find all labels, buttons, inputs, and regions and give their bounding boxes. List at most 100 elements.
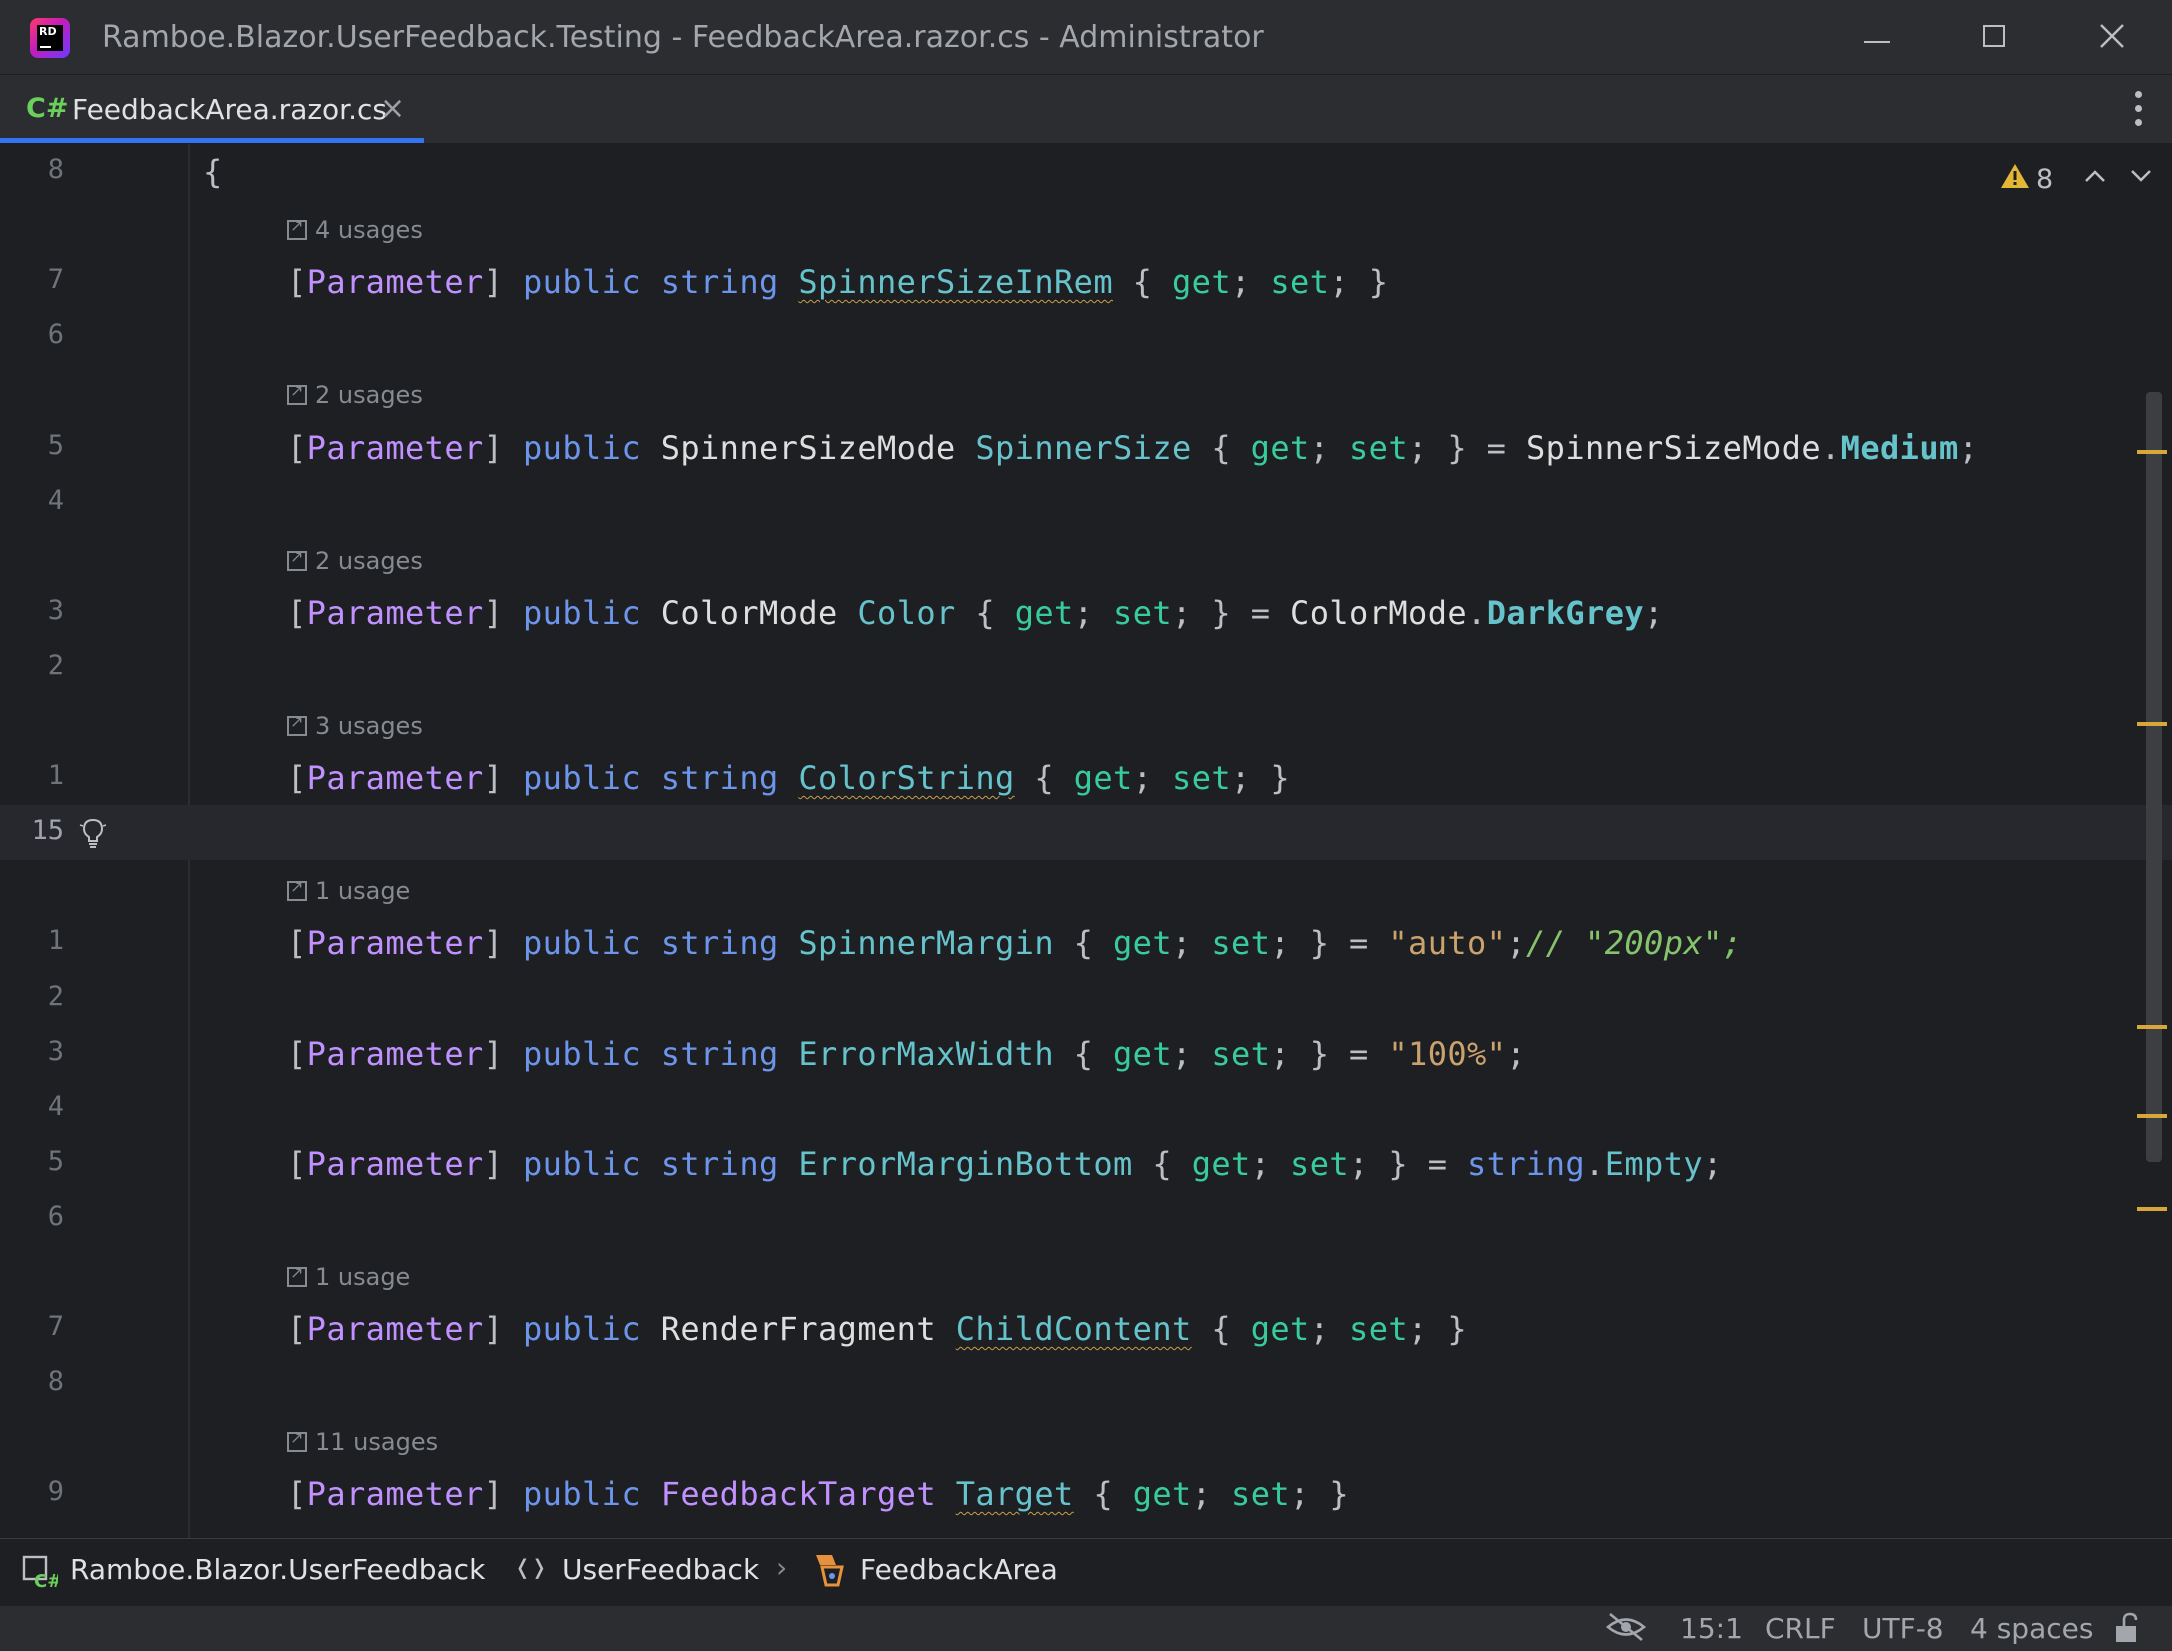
warning-marker[interactable] — [2137, 722, 2167, 726]
warning-marker[interactable] — [2137, 450, 2167, 454]
code-line[interactable]: 3 [Parameter] public ColorMode Color { ge… — [0, 585, 2172, 640]
breadcrumb-project[interactable]: Ramboe.Blazor.UserFeedback — [70, 1553, 485, 1586]
more-options-icon[interactable] — [2132, 91, 2144, 131]
line-number[interactable]: 6 — [14, 1201, 64, 1232]
line-number[interactable]: 8 — [14, 1366, 64, 1397]
code-token: [ — [287, 429, 307, 467]
usages-hint-row[interactable]: 11 usages — [0, 1411, 2172, 1466]
usages-hint[interactable]: 2 usages — [287, 381, 423, 409]
tab-label: FeedbackArea.razor.cs — [72, 93, 387, 126]
code-line[interactable]: 6 — [0, 1191, 2172, 1246]
usages-count: 2 usages — [315, 547, 423, 575]
code-text: [Parameter] public FeedbackTarget Target… — [287, 1475, 1349, 1513]
code-line[interactable]: 3 [Parameter] public string ErrorMaxWidth… — [0, 1026, 2172, 1081]
code-line[interactable]: 4 — [0, 475, 2172, 530]
line-number[interactable]: 2 — [14, 981, 64, 1012]
code-line[interactable]: 1 [Parameter] public string SpinnerMargin… — [0, 915, 2172, 970]
comment: // "200px"; — [1526, 924, 1743, 962]
usages-hint-row[interactable]: 2 usages — [0, 530, 2172, 585]
line-number[interactable]: 9 — [14, 1476, 64, 1507]
vertical-scrollbar[interactable] — [2146, 392, 2162, 1162]
goto-usages-icon — [287, 1263, 307, 1287]
close-window-button[interactable] — [2082, 14, 2142, 60]
breadcrumb-namespace[interactable]: UserFeedback — [562, 1553, 759, 1586]
code-line[interactable]: 9 [Parameter] public FeedbackTarget Targe… — [0, 1466, 2172, 1521]
usages-hint-row[interactable]: 1 usage — [0, 860, 2172, 915]
attribute-name: Parameter — [306, 1475, 484, 1513]
attribute-name: Parameter — [306, 759, 484, 797]
warning-marker[interactable] — [2137, 1025, 2167, 1029]
usages-hint-row[interactable]: 1 usage — [0, 1246, 2172, 1301]
property-name: ChildContent — [955, 1310, 1192, 1348]
tab-feedbackarea-razor-cs[interactable]: C# FeedbackArea.razor.cs × — [0, 75, 424, 143]
code-line[interactable]: 1 [Parameter] public string ColorString {… — [0, 750, 2172, 805]
tab-close-icon[interactable]: × — [380, 91, 405, 126]
code-token: ; — [1231, 263, 1271, 301]
type-name: SpinnerSizeMode — [660, 429, 956, 467]
usages-hint[interactable]: 4 usages — [287, 216, 423, 244]
line-number[interactable]: 4 — [14, 485, 64, 516]
usages-count: 3 usages — [315, 712, 423, 740]
line-number[interactable]: 7 — [14, 1311, 64, 1342]
usages-hint[interactable]: 3 usages — [287, 712, 423, 740]
file-encoding[interactable]: UTF-8 — [1862, 1612, 1944, 1645]
line-endings[interactable]: CRLF — [1765, 1612, 1836, 1645]
code-line[interactable]: 2 — [0, 971, 2172, 1026]
keyword: public — [523, 1035, 642, 1073]
code-line[interactable]: 7 [Parameter] public RenderFragment Child… — [0, 1301, 2172, 1356]
lightbulb-icon[interactable] — [78, 815, 108, 851]
code-line[interactable]: 8{ — [0, 144, 2172, 199]
line-number[interactable]: 7 — [14, 264, 64, 295]
read-only-hidden-icon[interactable] — [1604, 1610, 1648, 1644]
usages-hint-row[interactable]: 3 usages — [0, 695, 2172, 750]
code-line[interactable]: 6 — [0, 309, 2172, 364]
usages-hint-row[interactable]: 4 usages — [0, 199, 2172, 254]
code-line[interactable]: 5 [Parameter] public SpinnerSizeMode Spin… — [0, 420, 2172, 475]
usages-hint-row[interactable]: 2 usages — [0, 364, 2172, 419]
warning-marker[interactable] — [2137, 1207, 2167, 1211]
line-number[interactable]: 3 — [14, 1036, 64, 1067]
line-number[interactable]: 5 — [14, 1146, 64, 1177]
minimize-button[interactable] — [1846, 14, 1906, 60]
warning-marker[interactable] — [2137, 1114, 2167, 1118]
unlock-icon[interactable] — [2110, 1610, 2146, 1646]
status-bar: 15:1 CRLF UTF-8 4 spaces — [0, 1605, 2172, 1651]
line-number[interactable]: 8 — [14, 154, 64, 185]
breadcrumb-class[interactable]: FeedbackArea — [860, 1553, 1058, 1586]
line-number[interactable]: 3 — [14, 595, 64, 626]
indentation[interactable]: 4 spaces — [1970, 1612, 2093, 1645]
caret-position[interactable]: 15:1 — [1680, 1612, 1743, 1645]
usages-hint[interactable]: 11 usages — [287, 1428, 438, 1456]
usages-hint[interactable]: 2 usages — [287, 547, 423, 575]
line-number[interactable]: 2 — [14, 650, 64, 681]
previous-highlight-icon[interactable] — [2082, 166, 2108, 186]
code-token: ; — [1703, 1145, 1723, 1183]
code-line[interactable]: 7 [Parameter] public string SpinnerSizeIn… — [0, 254, 2172, 309]
code-line[interactable]: 4 — [0, 1081, 2172, 1136]
code-line[interactable]: 8 — [0, 1356, 2172, 1411]
line-number[interactable]: 1 — [14, 925, 64, 956]
code-editor[interactable]: 8{4 usages7[Parameter] public string Spi… — [0, 144, 2172, 1538]
line-number[interactable]: 15 — [14, 815, 64, 846]
usages-hint[interactable]: 1 usage — [287, 877, 410, 905]
property-name: Color — [857, 594, 956, 632]
maximize-button[interactable] — [1964, 14, 2024, 60]
line-number[interactable]: 1 — [14, 760, 64, 791]
code-line[interactable]: 2 — [0, 640, 2172, 695]
line-number[interactable]: 6 — [14, 319, 64, 350]
accessor: set — [1231, 1475, 1291, 1513]
line-number[interactable]: 4 — [14, 1091, 64, 1122]
usages-hint[interactable]: 1 usage — [287, 1263, 410, 1291]
next-highlight-icon[interactable] — [2128, 166, 2154, 186]
code-line[interactable]: 5 [Parameter] public string ErrorMarginBo… — [0, 1136, 2172, 1191]
goto-usages-icon — [287, 381, 307, 405]
line-number[interactable]: 5 — [14, 430, 64, 461]
code-line[interactable]: 15 — [0, 805, 2172, 860]
rider-logo-icon[interactable]: RD — [30, 18, 70, 58]
code-token: [ — [287, 263, 307, 301]
window-title: Ramboe.Blazor.UserFeedback.Testing - Fee… — [102, 20, 1264, 55]
